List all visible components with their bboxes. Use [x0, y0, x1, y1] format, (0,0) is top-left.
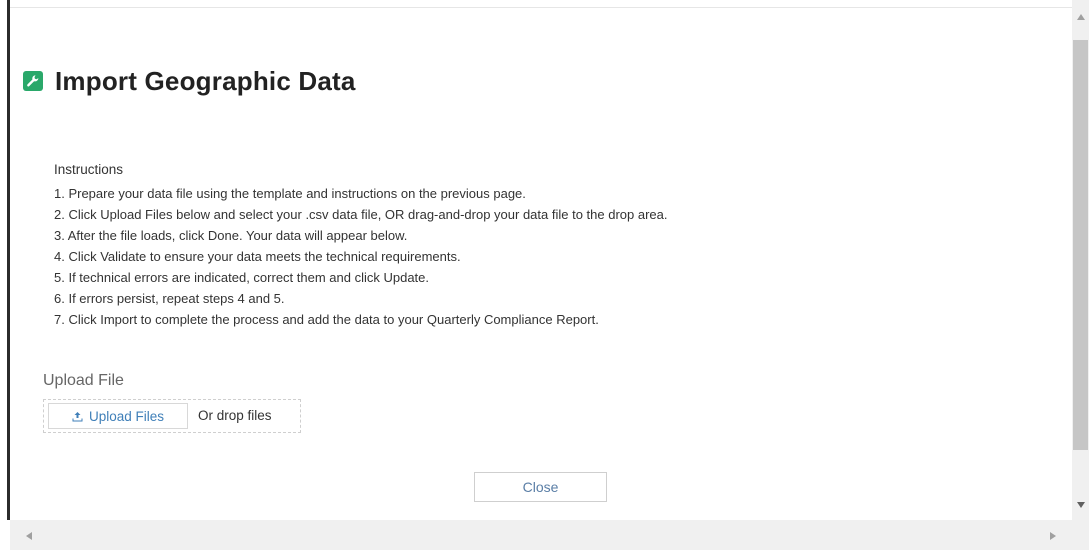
scroll-left-arrow-icon[interactable] [20, 527, 37, 544]
scroll-down-arrow-icon[interactable] [1072, 496, 1089, 513]
instructions-panel: Instructions 1. Prepare your data file u… [54, 162, 667, 330]
instruction-step-4: 4. Click Validate to ensure your data me… [54, 249, 461, 264]
file-drop-zone[interactable]: Upload Files Or drop files [43, 399, 301, 433]
window-left-edge [0, 0, 10, 520]
instruction-step-7: 7. Click Import to complete the process … [54, 312, 599, 327]
drop-files-text: Or drop files [198, 408, 272, 423]
vertical-scroll-thumb[interactable] [1073, 40, 1088, 450]
window-border [7, 0, 10, 520]
scrollbar-corner [1072, 520, 1089, 550]
close-button[interactable]: Close [474, 472, 607, 502]
upload-files-button[interactable]: Upload Files [48, 403, 188, 429]
instruction-step-6: 6. If errors persist, repeat steps 4 and… [54, 291, 285, 306]
dialog-top-edge [10, 0, 1072, 8]
scroll-right-arrow-icon[interactable] [1044, 527, 1061, 544]
scroll-up-arrow-icon[interactable] [1072, 8, 1089, 25]
page-title: Import Geographic Data [55, 65, 356, 96]
wrench-icon [23, 71, 43, 91]
instructions-heading: Instructions [54, 162, 124, 177]
horizontal-scrollbar[interactable] [10, 520, 1072, 550]
upload-icon [72, 411, 83, 421]
instruction-step-5: 5. If technical errors are indicated, co… [54, 270, 430, 285]
instruction-step-3: 3. After the file loads, click Done. You… [54, 228, 408, 243]
dialog-header: Import Geographic Data [23, 64, 356, 98]
vertical-scrollbar[interactable] [1072, 0, 1089, 520]
upload-file-label: Upload File [43, 372, 124, 389]
upload-files-label: Upload Files [88, 408, 165, 424]
instruction-step-1: 1. Prepare your data file using the temp… [54, 186, 526, 201]
instruction-step-2: 2. Click Upload Files below and select y… [54, 207, 668, 222]
